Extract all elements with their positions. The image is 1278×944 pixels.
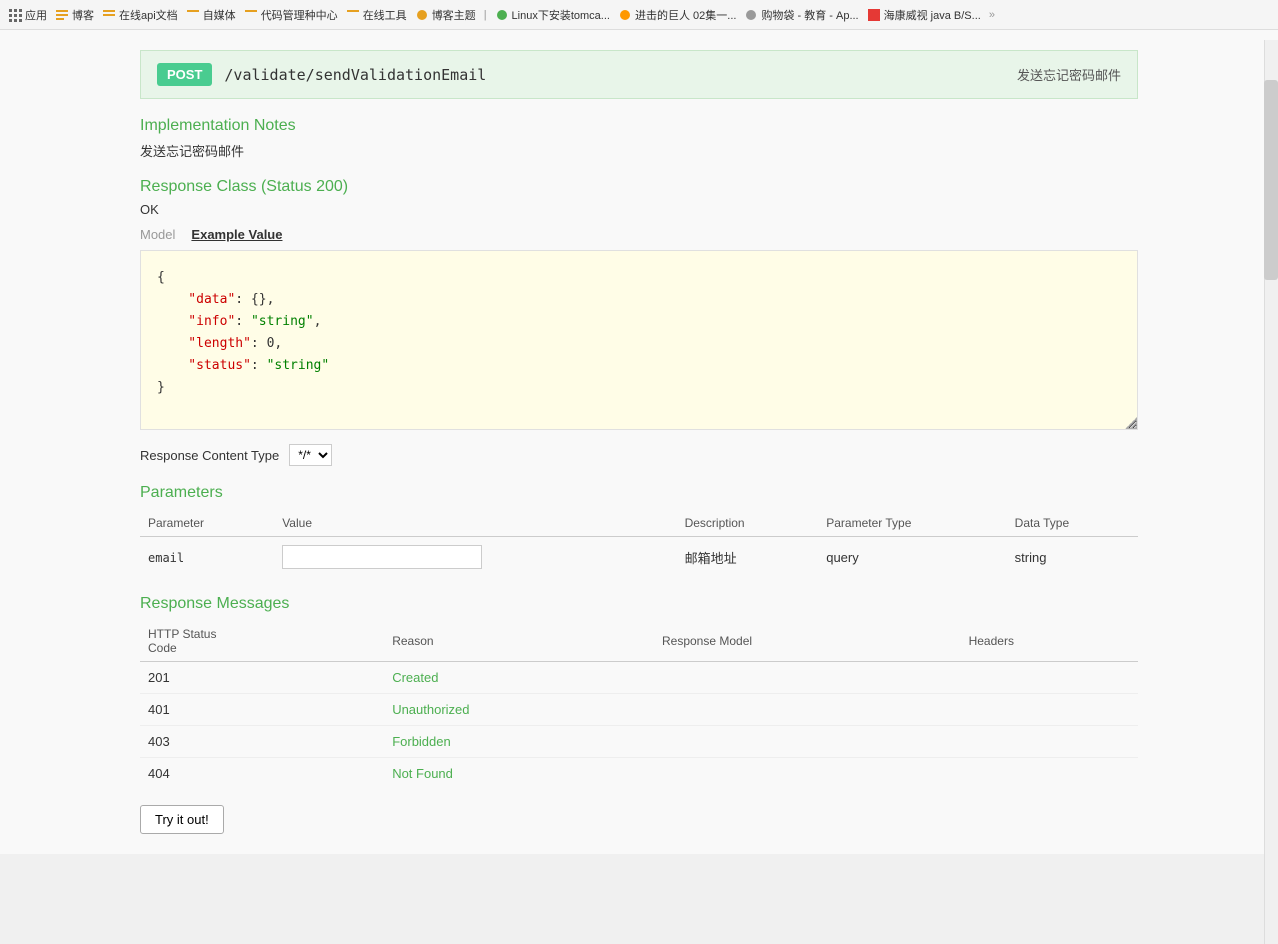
table-row: 403 Forbidden (140, 726, 1138, 758)
implementation-notes-value: 发送忘记密码邮件 (140, 141, 1138, 160)
bm-apps-label: 应用 (25, 7, 47, 23)
response-headers-cell (961, 662, 1138, 694)
model-tab-model[interactable]: Model (140, 227, 175, 242)
bm-shopping[interactable]: 购物袋 - 教育 - Ap... (744, 7, 858, 23)
response-model-cell (654, 726, 961, 758)
response-model-cell (654, 694, 961, 726)
response-code: 401 (140, 694, 384, 726)
main-content: POST /validate/sendValidationEmail 发送忘记密… (0, 30, 1278, 854)
endpoint-header: POST /validate/sendValidationEmail 发送忘记密… (140, 50, 1138, 99)
model-tab-example[interactable]: Example Value (191, 227, 282, 242)
col-value: Value (274, 510, 676, 537)
response-reason: Not Found (384, 758, 654, 790)
scrollbar-track (1264, 40, 1278, 944)
bm-shopping-label: 购物袋 - 教育 - Ap... (761, 7, 858, 23)
param-name: email (148, 551, 184, 565)
param-value-input[interactable] (282, 545, 482, 569)
implementation-notes-heading: Implementation Notes (140, 117, 1138, 135)
col-http-status: HTTP StatusCode (140, 621, 384, 662)
bm-tools-label: 在线工具 (363, 7, 407, 23)
method-badge: POST (157, 63, 212, 86)
bm-api-doc[interactable]: 在线api文档 (102, 7, 178, 23)
bm-api-doc-label: 在线api文档 (119, 7, 178, 23)
table-row: email 邮箱地址 query string (140, 537, 1138, 578)
response-class-heading: Response Class (Status 200) (140, 178, 1138, 196)
parameters-table: Parameter Value Description Parameter Ty… (140, 510, 1138, 577)
response-code: 201 (140, 662, 384, 694)
response-messages-table: HTTP StatusCode Reason Response Model He… (140, 621, 1138, 789)
scrollbar-thumb[interactable] (1264, 80, 1278, 280)
table-row: 404 Not Found (140, 758, 1138, 790)
response-model-cell (654, 758, 961, 790)
bm-linux[interactable]: Linux下安装tomca... (495, 7, 610, 23)
bm-blog[interactable]: 博客 (55, 7, 94, 23)
bm-blog-label: 博客 (72, 7, 94, 23)
response-reason: Unauthorized (384, 694, 654, 726)
table-row: 401 Unauthorized (140, 694, 1138, 726)
bm-code-label: 代码管理种中心 (261, 7, 338, 23)
col-data-type: Data Type (1007, 510, 1138, 537)
response-reason: Forbidden (384, 726, 654, 758)
more-tabs-indicator: » (989, 9, 995, 21)
col-parameter: Parameter (140, 510, 274, 537)
resize-handle[interactable] (1125, 417, 1137, 429)
response-messages-heading: Response Messages (140, 595, 1138, 613)
json-code-block: { "data": {}, "info": "string", "length"… (140, 250, 1138, 430)
parameters-heading: Parameters (140, 484, 1138, 502)
endpoint-title: 发送忘记密码邮件 (1017, 65, 1121, 84)
response-content-type-row: Response Content Type */* (140, 444, 1138, 466)
model-tabs: Model Example Value (140, 227, 1138, 242)
col-reason: Reason (384, 621, 654, 662)
bm-titan-label: 进击的巨人 02集一... (635, 7, 736, 23)
bm-linux-label: Linux下安装tomca... (512, 7, 610, 23)
col-response-model: Response Model (654, 621, 961, 662)
bm-code[interactable]: 代码管理种中心 (244, 7, 338, 23)
bm-theme-label: 博客主题 (432, 7, 476, 23)
response-headers-cell (961, 694, 1138, 726)
param-description: 邮箱地址 (677, 537, 819, 578)
param-type: query (818, 537, 1006, 578)
response-class-value: OK (140, 202, 1138, 217)
response-code: 403 (140, 726, 384, 758)
bm-hikv-label: 海康威视 java B/S... (884, 7, 981, 23)
col-description: Description (677, 510, 819, 537)
bm-apps[interactable]: 应用 (8, 7, 47, 23)
content-type-select[interactable]: */* (289, 444, 332, 466)
response-code: 404 (140, 758, 384, 790)
bm-hikv[interactable]: 海康威视 java B/S... (867, 7, 981, 23)
table-row: 201 Created (140, 662, 1138, 694)
param-data-type: string (1007, 537, 1138, 578)
endpoint-path: /validate/sendValidationEmail (224, 66, 486, 84)
bm-theme[interactable]: 博客主题 (415, 7, 476, 23)
bm-titan[interactable]: 进击的巨人 02集一... (618, 7, 736, 23)
response-headers-cell (961, 726, 1138, 758)
col-headers: Headers (961, 621, 1138, 662)
col-parameter-type: Parameter Type Data Type (818, 510, 1006, 537)
bm-media[interactable]: 自媒体 (186, 7, 236, 23)
try-it-out-button[interactable]: Try it out! (140, 805, 224, 834)
bm-tools[interactable]: 在线工具 (346, 7, 407, 23)
bookmarks-bar: 应用 博客 在线api文档 自媒体 代码管理种中心 在线工具 博客主题 | Li… (0, 0, 1278, 30)
response-reason: Created (384, 662, 654, 694)
bm-media-label: 自媒体 (203, 7, 236, 23)
response-headers-cell (961, 758, 1138, 790)
content-type-label: Response Content Type (140, 448, 279, 463)
response-model-cell (654, 662, 961, 694)
